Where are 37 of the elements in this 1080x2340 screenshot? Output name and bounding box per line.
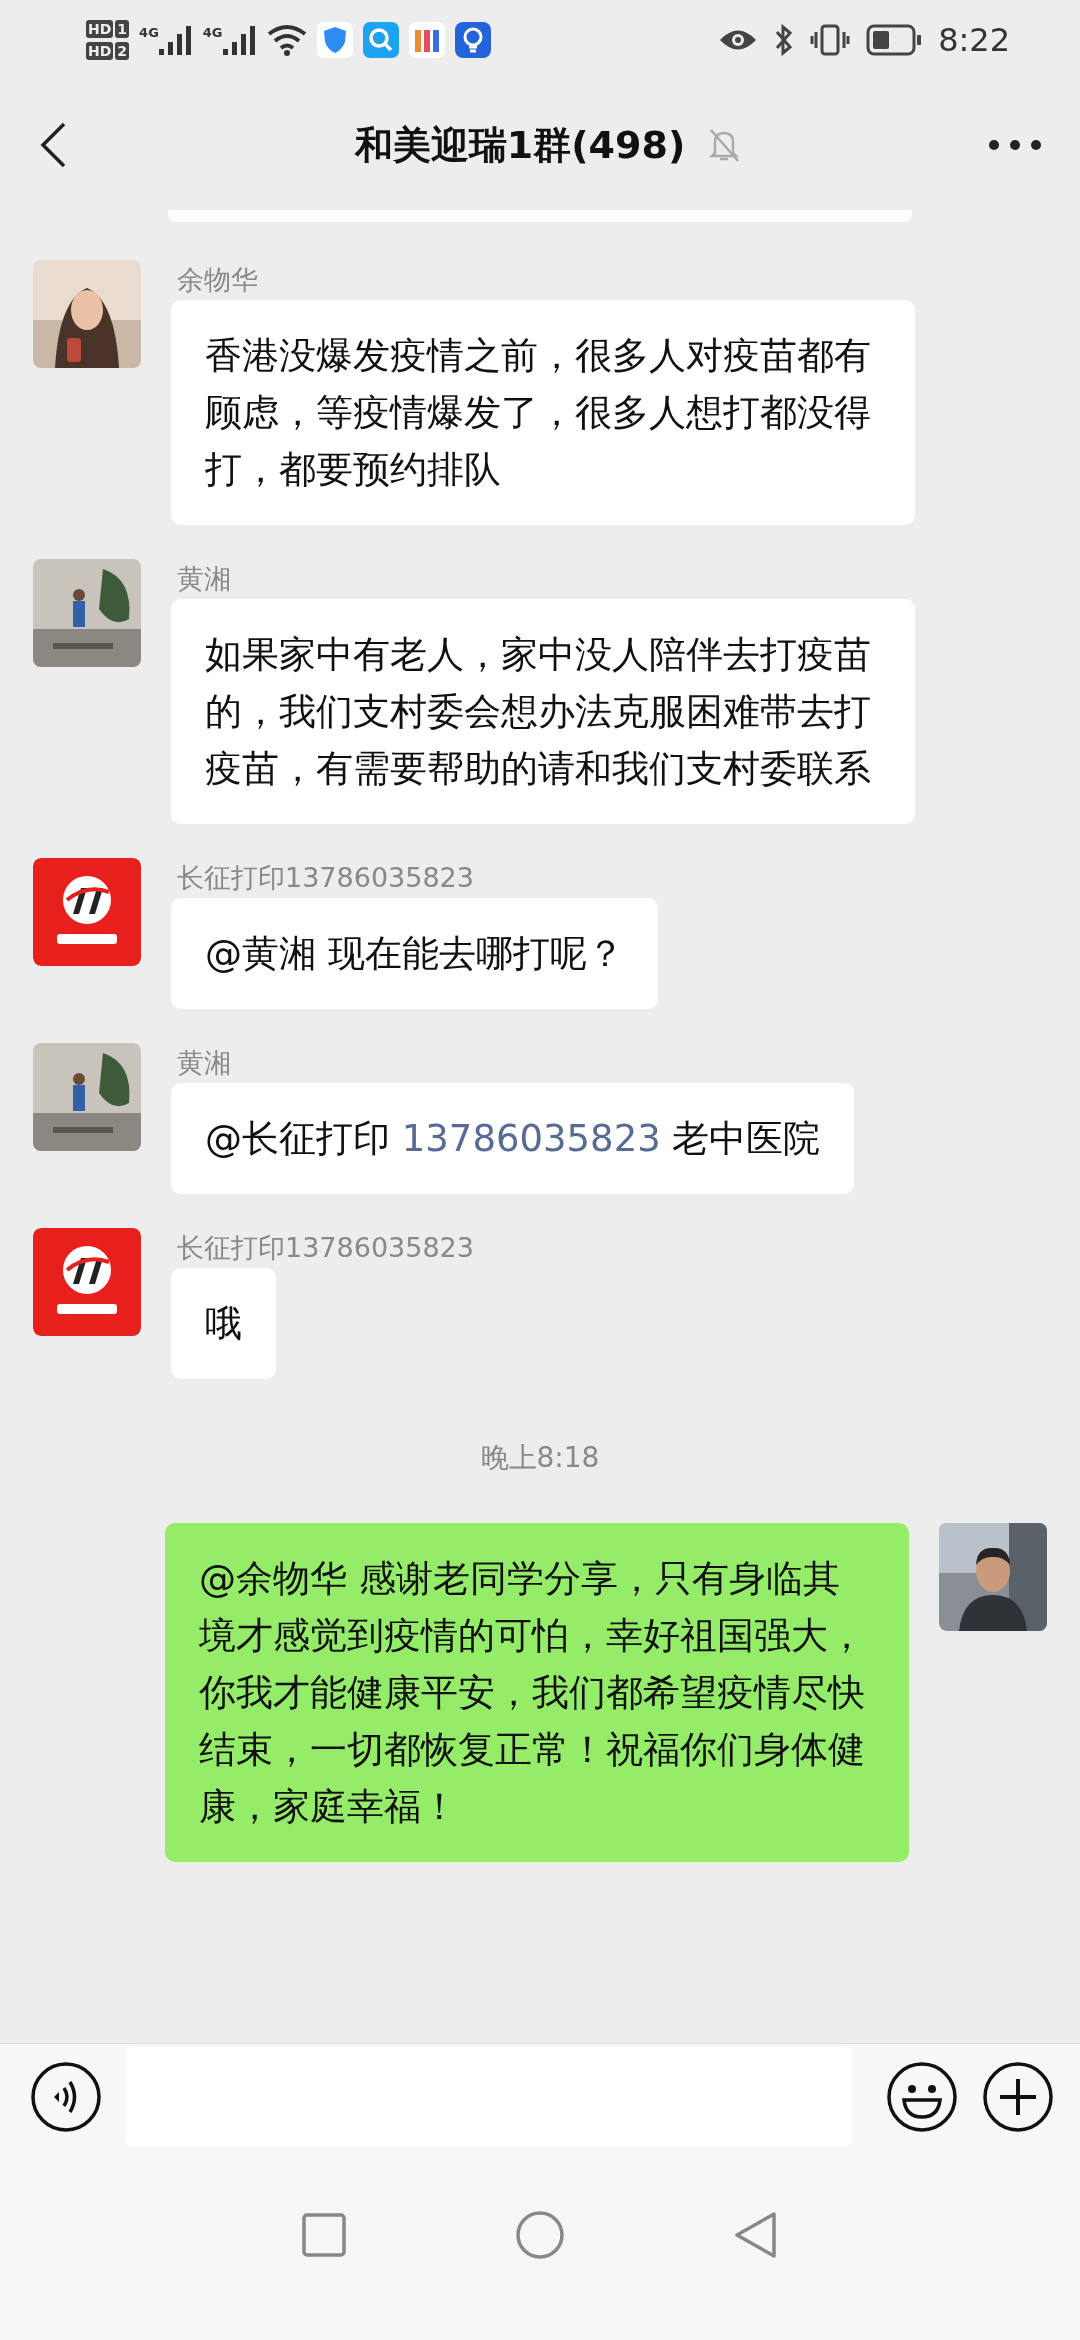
plus-icon[interactable] [982, 2061, 1054, 2133]
sim-label: HD 1 [86, 20, 130, 38]
vibrate-icon [810, 24, 851, 56]
sender-name: 长征打印13786035823 [177, 861, 474, 895]
chat-title: 和美迎瑞1群(498) [354, 121, 686, 169]
sender-name: 黄湘 [177, 562, 231, 596]
message-bubble: 哦 [171, 1268, 276, 1379]
sim-label: HD 2 [86, 42, 130, 60]
message-bubble: @余物华 感谢老同学分享，只有身临其境才感觉到疫情的可怕，幸好祖国强大，你我才能健康平安，我们都希望疫情尽快结束，一切都恢复正常！祝福你们身体健康，家庭幸福！ [165, 1523, 909, 1862]
recents-icon[interactable] [302, 2213, 346, 2257]
timestamp: 晚上8:18 [480, 1440, 600, 1476]
home-icon[interactable] [516, 2211, 564, 2259]
voice-icon[interactable] [30, 2061, 102, 2133]
bluetooth-icon [774, 23, 795, 57]
network-label: 4G [202, 25, 223, 40]
shield-icon [316, 22, 353, 58]
sender-name: 黄湘 [177, 1046, 231, 1080]
back-nav-icon[interactable] [734, 2211, 778, 2259]
wifi-icon [266, 24, 307, 56]
sender-name: 余物华 [177, 263, 258, 297]
message-bubble: @黄湘 现在能去哪打呢？ [171, 898, 658, 1009]
clock: 8:22 [938, 21, 1010, 59]
signal-icon [158, 25, 193, 55]
message-bubble: 如果家中有老人，家中没人陪伴去打疫苗的，我们支村委会想办法克服困难带去打疫苗，有需要帮助的请和我们支村委联系 [171, 599, 915, 824]
sender-name: 长征打印13786035823 [177, 1231, 474, 1265]
bulb-icon [454, 22, 491, 58]
phone-link[interactable]: 13786035823 [401, 1117, 661, 1160]
more-icon[interactable] [988, 139, 1042, 151]
network-label: 4G [139, 25, 159, 40]
battery-icon [866, 24, 923, 56]
signal-icon [222, 25, 257, 55]
app-icon [408, 22, 445, 58]
search-app-icon [362, 22, 399, 58]
emoji-icon[interactable] [886, 2061, 958, 2133]
message-bubble: @长征打印 13786035823 老中医院 [171, 1083, 855, 1194]
message-bubble: 香港没爆发疫情之前，很多人对疫苗都有顾虑，等疫情爆发了，很多人想打都没得打，都要预约排队 [171, 300, 915, 525]
back-icon[interactable] [38, 121, 68, 169]
